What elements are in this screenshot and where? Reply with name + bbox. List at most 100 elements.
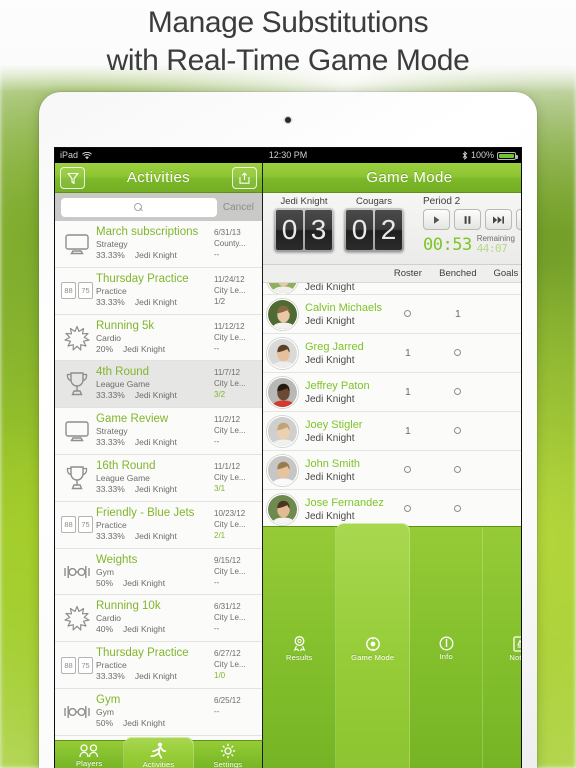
next-period-button[interactable] bbox=[485, 209, 512, 230]
activity-row[interactable]: Gym Gym 50% Jedi Knight 6/25/12 -- bbox=[55, 689, 262, 736]
activity-type: Gym bbox=[96, 566, 114, 577]
player-roster-value[interactable] bbox=[384, 503, 432, 515]
player-roster-value[interactable]: 1 bbox=[384, 386, 432, 398]
activity-percent: 33.33% bbox=[96, 530, 125, 541]
activity-row[interactable]: Weights Gym 50% Jedi Knight 9/15/12 City Le..… bbox=[55, 549, 262, 596]
remaining-time: 44:07 bbox=[476, 242, 508, 255]
activity-row[interactable]: Running 5k Cardio 20% Jedi Knight 11/12/12 Ci… bbox=[55, 315, 262, 362]
battery-percent-label: 100% bbox=[470, 150, 494, 160]
gear-icon bbox=[220, 743, 236, 759]
activity-percent: 50% bbox=[96, 577, 114, 588]
activity-owner: Jedi Knight bbox=[134, 483, 177, 494]
burst-icon bbox=[58, 319, 96, 357]
tab-game-mode[interactable]: Game Mode bbox=[336, 523, 410, 768]
play-button[interactable] bbox=[423, 209, 450, 230]
player-name: Jose Fernandez bbox=[305, 496, 384, 509]
player-team: Jedi Knight bbox=[305, 315, 355, 327]
runner-icon bbox=[150, 742, 167, 759]
tab-notes[interactable]: Notes bbox=[483, 527, 521, 768]
player-roster-value[interactable]: 1 bbox=[384, 347, 432, 359]
activity-score: -- bbox=[214, 624, 220, 634]
activity-type: Practice bbox=[96, 660, 127, 671]
activity-row[interactable]: March subscriptions Strategy 33.33% Jedi Kn… bbox=[55, 221, 262, 268]
activity-row[interactable]: 88 75 Thursday Practice Practice 33.33% Jedi … bbox=[55, 642, 262, 689]
player-bench-value[interactable] bbox=[432, 464, 484, 476]
player-row[interactable]: Greg Jarred Jedi Knight 1 bbox=[263, 334, 521, 373]
activity-type: Practice bbox=[96, 285, 127, 296]
filter-button[interactable] bbox=[60, 167, 85, 189]
activities-list[interactable]: March subscriptions Strategy 33.33% Jedi Kn… bbox=[55, 221, 262, 740]
tab-results[interactable]: Results bbox=[263, 527, 337, 768]
activity-date: 9/15/12 bbox=[214, 555, 241, 565]
trophy-icon bbox=[58, 459, 96, 497]
search-cancel-button[interactable]: Cancel bbox=[223, 202, 256, 213]
activity-percent: 33.33% bbox=[96, 390, 125, 401]
home-score-digit-1: 0 bbox=[276, 210, 303, 250]
player-row[interactable]: Joey Stigler Jedi Knight 1 bbox=[263, 412, 521, 451]
activity-row[interactable]: 4th Round League Game 33.33% Jedi Knight 11/… bbox=[55, 361, 262, 409]
player-list[interactable]: Jedi Knight Calvin Michaels Jedi Knight 1 Gr… bbox=[263, 283, 521, 526]
player-roster-value[interactable] bbox=[384, 308, 432, 320]
activity-date: 10/23/12 bbox=[214, 508, 246, 518]
activity-percent: 33.33% bbox=[96, 437, 125, 448]
activity-score: 1/2 bbox=[214, 296, 226, 306]
tab-players[interactable]: Players bbox=[55, 741, 125, 768]
player-row[interactable]: Jeffrey Paton Jedi Knight 1 bbox=[263, 373, 521, 412]
activity-row[interactable]: 88 75 Thursday Practice Practice 33.33% Jedi … bbox=[55, 268, 262, 315]
activity-type: Cardio bbox=[96, 332, 122, 343]
search-input[interactable] bbox=[61, 197, 217, 217]
activity-type: Gym bbox=[96, 706, 114, 717]
tab-label: Activities bbox=[142, 760, 175, 768]
player-bench-value[interactable] bbox=[432, 425, 484, 437]
pause-icon bbox=[463, 215, 472, 225]
activity-date: 11/7/12 bbox=[214, 368, 241, 378]
player-row[interactable]: Jose Fernandez Jedi Knight bbox=[263, 490, 521, 526]
activity-score: -- bbox=[214, 706, 220, 716]
activity-percent: 33.33% bbox=[96, 671, 125, 682]
game-controls: Period 2 00:53 Remaining 44:07 bbox=[409, 195, 521, 264]
player-bench-value[interactable]: 1 bbox=[432, 308, 484, 320]
players-icon bbox=[79, 743, 99, 758]
share-button[interactable] bbox=[232, 167, 257, 189]
player-team: Jedi Knight bbox=[305, 510, 355, 522]
activity-title: Game Review bbox=[96, 413, 169, 426]
activity-owner: Jedi Knight bbox=[134, 390, 177, 401]
pause-button[interactable] bbox=[454, 209, 481, 230]
activity-row[interactable]: Running 10k Cardio 40% Jedi Knight 6/31/12 Ci… bbox=[55, 595, 262, 643]
player-row[interactable]: John Smith Jedi Knight bbox=[263, 451, 521, 490]
tab-info[interactable]: Info bbox=[410, 527, 484, 768]
away-score-display[interactable]: 0 2 bbox=[344, 208, 404, 252]
player-name: John Smith bbox=[305, 457, 361, 470]
activity-percent: 33.33% bbox=[96, 296, 125, 307]
player-bench-value[interactable] bbox=[432, 386, 484, 398]
player-roster-value[interactable] bbox=[384, 464, 432, 476]
empty-indicator bbox=[454, 427, 462, 434]
activity-title: 16th Round bbox=[96, 459, 156, 472]
activity-score: -- bbox=[214, 577, 220, 587]
activity-owner: Jedi Knight bbox=[123, 717, 166, 728]
home-score-display[interactable]: 0 3 bbox=[274, 208, 334, 252]
tab-label: Info bbox=[439, 652, 453, 661]
tab-settings[interactable]: Settings bbox=[194, 741, 262, 768]
player-row-partial[interactable]: Jedi Knight bbox=[263, 283, 521, 295]
empty-indicator bbox=[454, 505, 462, 512]
activity-date: 11/12/12 bbox=[214, 321, 245, 331]
away-score-digit-2: 2 bbox=[375, 210, 402, 250]
activity-row[interactable]: 16th Round League Game 33.33% Jedi Knight 11… bbox=[55, 455, 262, 502]
left-tab-bar: Players Activities Settings bbox=[55, 737, 263, 768]
player-bench-value[interactable] bbox=[432, 347, 484, 359]
game-mode-pane: Game Mode Jedi Knight 0 3 Cougars 0 2 Pe… bbox=[263, 163, 521, 768]
activity-row[interactable]: 88 75 Friendly - Blue Jets Practice 33.33% Je… bbox=[55, 502, 262, 549]
avatar bbox=[267, 376, 298, 408]
tab-activities[interactable]: Activities bbox=[124, 737, 194, 768]
player-bench-value[interactable] bbox=[432, 503, 484, 515]
activity-percent: 40% bbox=[96, 624, 114, 635]
activity-owner: Jedi Knight bbox=[134, 530, 177, 541]
player-roster-value[interactable]: 1 bbox=[384, 425, 432, 437]
medal-icon bbox=[292, 635, 307, 652]
power-button[interactable] bbox=[516, 209, 521, 230]
activity-row[interactable]: Game Review Strategy 33.33% Jedi Knight 11/2… bbox=[55, 408, 262, 455]
game-clock[interactable]: 00:53 bbox=[423, 237, 472, 254]
activity-title: March subscriptions bbox=[96, 226, 199, 238]
player-row[interactable]: Calvin Michaels Jedi Knight 1 bbox=[263, 295, 521, 334]
